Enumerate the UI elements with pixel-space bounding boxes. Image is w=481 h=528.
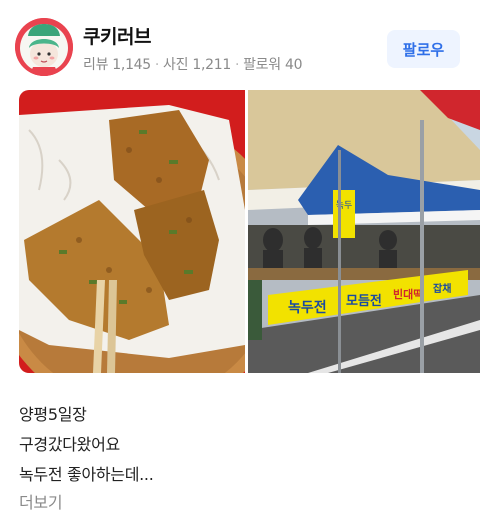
post-line: 녹두전 좋아하는데... [19,465,154,484]
stats-separator: · [234,57,240,73]
avatar[interactable] [15,18,73,76]
post-line: 구경갔다왔어요 [19,435,120,454]
post-line: 양평5일장 [19,405,87,424]
photo-count: 사진 1,211 [163,57,231,73]
user-stats: 리뷰 1,145 · 사진 1,211 · 팔로워 40 [83,54,303,74]
banner-text-2: 모듬전 [346,293,382,309]
market-photo[interactable]: 녹두 녹두전 모듬전 빈대떡 잡채 [248,90,480,373]
review-header: 쿠키러브 리뷰 1,145 · 사진 1,211 · 팔로워 40 팔로우 [0,0,481,90]
post-body: 양평5일장 구경갔다왔어요 녹두전 좋아하는데... [19,400,154,490]
read-more-link[interactable]: 더보기 [19,489,63,513]
market-photo-icon: 녹두 녹두전 모듬전 빈대떡 잡채 [248,90,480,373]
photo-gallery: 녹두 녹두전 모듬전 빈대떡 잡채 [19,90,480,373]
follower-count: 팔로워 40 [243,57,303,73]
food-photo-icon [19,90,245,373]
stats-separator: · [154,57,160,73]
banner-text-3: 빈대떡 [393,287,423,301]
banner-text-1: 녹두전 [288,299,327,316]
username[interactable]: 쿠키러브 [83,22,151,49]
avatar-icon [15,18,73,76]
review-count: 리뷰 1,145 [83,57,151,73]
food-photo[interactable] [19,90,245,373]
banner-text-4: 잡채 [433,282,451,295]
follow-button[interactable]: 팔로우 [387,30,460,68]
